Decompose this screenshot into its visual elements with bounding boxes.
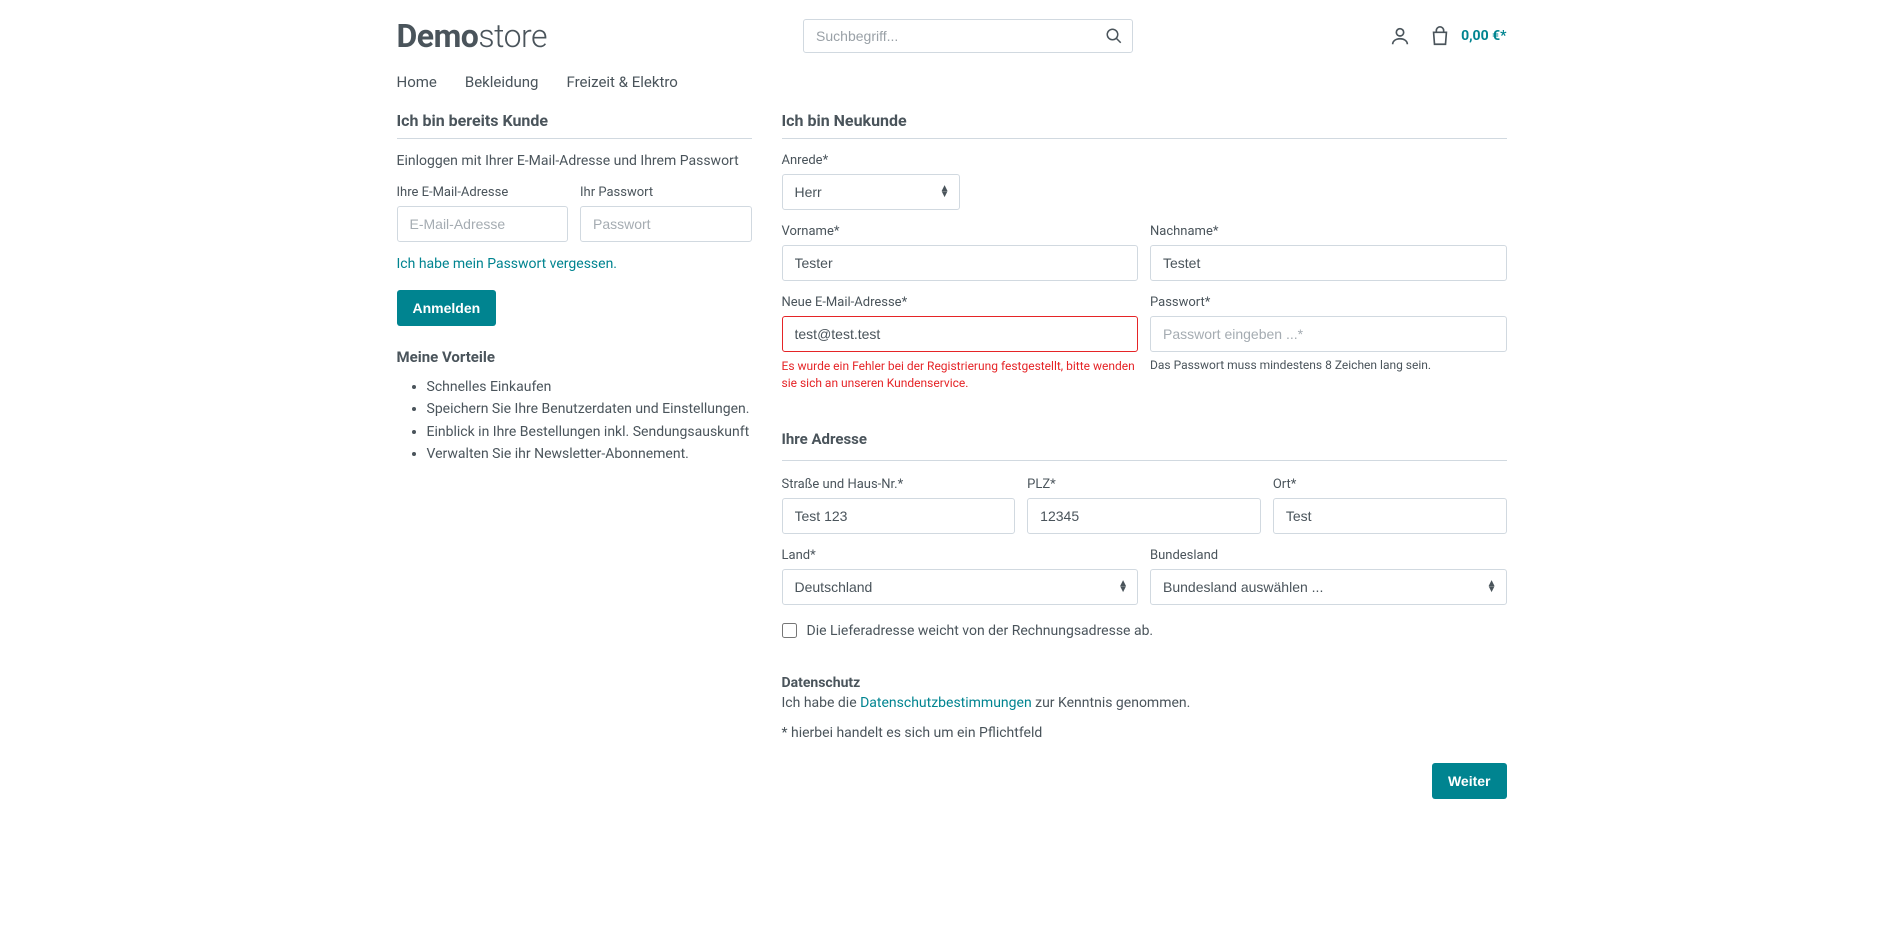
forgot-password-link[interactable]: Ich habe mein Passwort vergessen. [397,256,618,272]
register-password-input[interactable] [1150,316,1507,352]
privacy-link[interactable]: Datenschutzbestimmungen [860,695,1032,711]
state-select[interactable] [1150,569,1507,605]
privacy-title: Datenschutz [782,675,1507,691]
logo[interactable]: Demostore [397,17,548,55]
search-input[interactable] [803,19,1133,53]
city-input[interactable] [1273,498,1507,534]
privacy-text-post: zur Kenntnis genommen. [1032,695,1191,711]
advantages-item: Verwalten Sie ihr Newsletter-Abonnement. [427,443,752,465]
login-email-input[interactable] [397,206,569,242]
search [803,19,1133,53]
street-label: Straße und Haus-Nr.* [782,477,1016,492]
login-desc: Einloggen mit Ihrer E-Mail-Adresse und I… [397,153,752,169]
salutation-label: Anrede* [782,153,960,168]
header: Demostore 0,00 €* [397,0,1507,63]
login-email-label: Ihre E-Mail-Adresse [397,185,569,200]
login-title: Ich bin bereits Kunde [397,111,752,139]
advantages-item: Schnelles Einkaufen [427,376,752,398]
nav-item-freizeit-elektro[interactable]: Freizeit & Elektro [566,73,677,91]
nav-item-bekleidung[interactable]: Bekleidung [465,73,539,91]
address-title: Ihre Adresse [782,430,1507,448]
zip-label: PLZ* [1027,477,1261,492]
lastname-label: Nachname* [1150,224,1507,239]
country-select[interactable] [782,569,1139,605]
register-password-hint: Das Passwort muss mindestens 8 Zeichen l… [1150,358,1507,372]
logo-light: store [478,17,547,55]
salutation-select[interactable] [782,174,960,210]
continue-button[interactable]: Weiter [1432,763,1507,799]
diff-shipping-row[interactable]: Die Lieferadresse weicht von der Rechnun… [782,623,1507,639]
bag-icon [1429,25,1451,47]
country-label: Land* [782,548,1139,563]
account-icon[interactable] [1389,25,1411,47]
street-input[interactable] [782,498,1016,534]
advantages-item: Speichern Sie Ihre Benutzerdaten und Ein… [427,398,752,420]
register-email-error: Es wurde ein Fehler bei der Registrierun… [782,358,1139,392]
state-label: Bundesland [1150,548,1507,563]
privacy-text-pre: Ich habe die [782,695,861,711]
firstname-input[interactable] [782,245,1139,281]
privacy-block: Datenschutz Ich habe die Datenschutzbest… [782,675,1507,711]
diff-shipping-label: Die Lieferadresse weicht von der Rechnun… [807,623,1154,639]
login-password-label: Ihr Passwort [580,185,752,200]
firstname-label: Vorname* [782,224,1139,239]
nav-item-home[interactable]: Home [397,73,437,91]
logo-bold: Demo [397,17,479,55]
register-title: Ich bin Neukunde [782,111,1507,139]
diff-shipping-checkbox[interactable] [782,623,797,638]
advantages-list: Schnelles Einkaufen Speichern Sie Ihre B… [397,376,752,466]
login-password-input[interactable] [580,206,752,242]
zip-input[interactable] [1027,498,1261,534]
lastname-input[interactable] [1150,245,1507,281]
cart-total: 0,00 €* [1461,28,1506,44]
city-label: Ort* [1273,477,1507,492]
register-email-label: Neue E-Mail-Adresse* [782,295,1139,310]
register-password-label: Passwort* [1150,295,1507,310]
mandatory-note: * hierbei handelt es sich um ein Pflicht… [782,725,1507,741]
search-icon[interactable] [1105,27,1123,45]
advantages-title: Meine Vorteile [397,348,752,366]
advantages-item: Einblick in Ihre Bestellungen inkl. Send… [427,421,752,443]
login-submit-button[interactable]: Anmelden [397,290,497,326]
register-email-input[interactable] [782,316,1139,352]
main-nav: Home Bekleidung Freizeit & Elektro [397,63,1507,111]
cart-button[interactable]: 0,00 €* [1429,25,1506,47]
